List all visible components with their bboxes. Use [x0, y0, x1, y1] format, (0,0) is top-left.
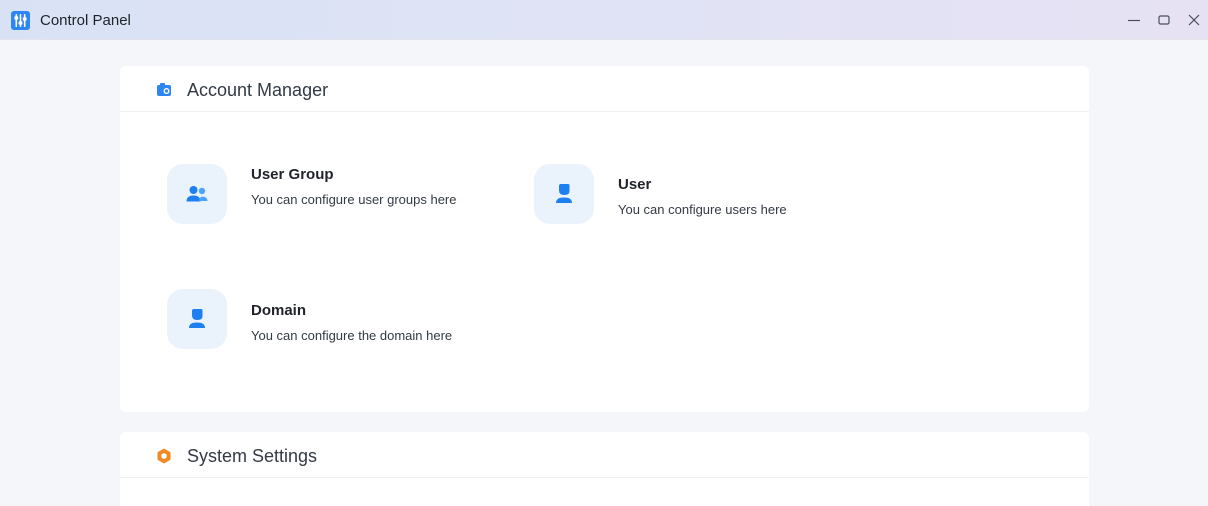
account-manager-header: Account Manager: [120, 66, 1089, 112]
domain-icon: [189, 309, 205, 328]
user-description: You can configure users here: [618, 202, 787, 217]
system-settings-title: System Settings: [187, 446, 318, 466]
system-settings-card: System Settings: [120, 432, 1089, 506]
user-item[interactable]: User You can configure users here: [534, 164, 874, 228]
account-manager-title: Account Manager: [187, 80, 329, 100]
user-group-icon: [186, 186, 208, 202]
minimize-button[interactable]: [1124, 10, 1144, 30]
title-bar: Control Panel: [0, 0, 1208, 40]
maximize-icon: [1158, 15, 1170, 25]
system-settings-gear-icon: [155, 447, 173, 465]
system-settings-header: System Settings: [120, 432, 1089, 478]
domain-title: Domain: [251, 302, 307, 319]
account-manager-icon: [155, 81, 173, 99]
domain-description: You can configure the domain here: [251, 328, 453, 343]
domain-icon-box: [167, 289, 227, 349]
control-panel-icon: [11, 11, 30, 30]
minimize-icon: [1128, 19, 1140, 22]
user-title: User: [618, 176, 652, 193]
window-title: Control Panel: [40, 12, 131, 29]
close-icon: [1188, 14, 1200, 26]
maximize-button[interactable]: [1154, 10, 1174, 30]
user-icon: [556, 184, 572, 203]
account-manager-card: Account Manager User Group You can confi…: [120, 66, 1089, 412]
user-group-item[interactable]: User Group You can configure user groups…: [167, 164, 507, 228]
user-group-title: User Group: [251, 166, 334, 183]
control-panel-window: Control Panel Account Manager User Group…: [0, 0, 1208, 506]
close-button[interactable]: [1184, 10, 1204, 30]
user-icon-box: [534, 164, 594, 224]
user-group-description: You can configure user groups here: [251, 192, 457, 207]
user-group-icon-box: [167, 164, 227, 224]
domain-item[interactable]: Domain You can configure the domain here: [167, 289, 507, 353]
